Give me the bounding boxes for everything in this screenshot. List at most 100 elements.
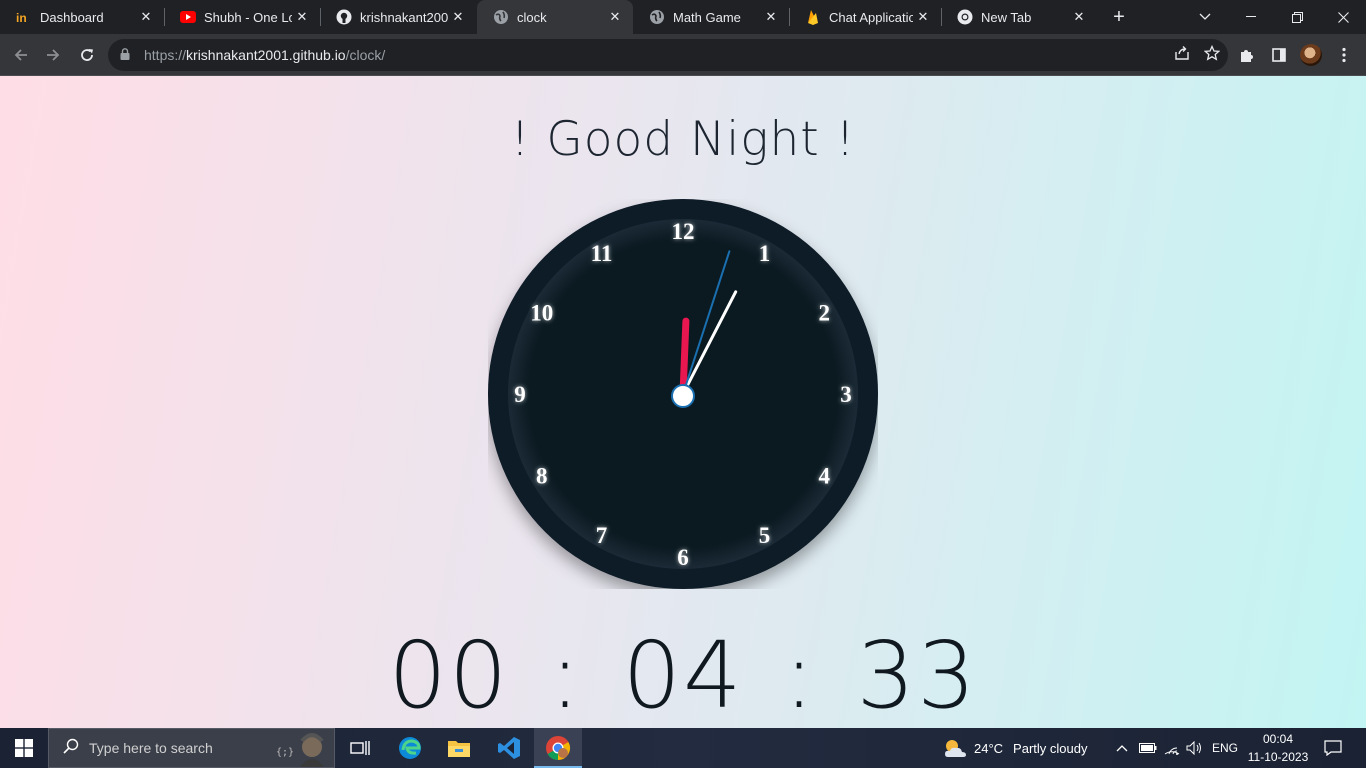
tab-title: Math Game xyxy=(673,9,741,25)
firebase-icon xyxy=(805,9,821,25)
clock-number: 1 xyxy=(759,241,771,266)
address-bar[interactable]: https://krishnakant2001.github.io/clock/ xyxy=(108,39,1228,71)
tab-title: Shubh - One Lov xyxy=(204,9,292,25)
reload-button[interactable] xyxy=(72,40,102,70)
clock-number: 12 xyxy=(672,219,695,244)
clock-number: 6 xyxy=(677,545,689,570)
taskbar-edge[interactable] xyxy=(386,728,434,768)
restore-button[interactable] xyxy=(1274,0,1320,34)
svg-text:in: in xyxy=(16,11,27,23)
start-button[interactable] xyxy=(0,728,48,768)
close-tab-icon[interactable]: ✕ xyxy=(292,7,312,27)
miro-icon: in xyxy=(16,9,32,25)
tab-dashboard[interactable]: in Dashboard ✕ xyxy=(0,0,165,34)
chrome-icon xyxy=(546,736,571,760)
tab-new-tab[interactable]: New Tab ✕ xyxy=(941,0,1097,34)
clock-number: 4 xyxy=(818,464,830,489)
taskbar-chrome-active[interactable] xyxy=(534,728,582,768)
close-tab-icon[interactable]: ✕ xyxy=(448,7,468,27)
system-date: 11-10-2023 xyxy=(1247,750,1309,764)
tab-github[interactable]: krishnakant2001. ✕ xyxy=(320,0,476,34)
youtube-icon xyxy=(180,9,196,25)
edge-icon xyxy=(399,737,421,759)
tab-title: Chat Application xyxy=(829,9,913,25)
clock-number: 10 xyxy=(530,301,553,326)
tab-title: krishnakant2001. xyxy=(360,9,448,25)
side-panel-icon[interactable] xyxy=(1264,40,1294,70)
system-time: 00:04 xyxy=(1262,732,1294,746)
url-path: /clock/ xyxy=(345,47,386,63)
taskbar-file-explorer[interactable] xyxy=(435,728,483,768)
github-icon xyxy=(336,9,352,25)
share-icon[interactable] xyxy=(1174,45,1190,65)
task-view-icon xyxy=(350,741,370,755)
tab-clock[interactable]: clock ✕ xyxy=(477,0,633,34)
minimize-button[interactable] xyxy=(1228,0,1274,34)
url-host: krishnakant2001.github.io xyxy=(186,47,346,63)
close-tab-icon[interactable]: ✕ xyxy=(1069,7,1089,27)
windows-logo-icon xyxy=(15,739,33,757)
tab-chat-application[interactable]: Chat Application ✕ xyxy=(789,0,942,34)
extensions-puzzle-icon[interactable] xyxy=(1232,40,1262,70)
weather-temp: 24°C xyxy=(974,740,1004,756)
digital-clock: 00:04:33 xyxy=(0,622,1366,728)
chrome-menu-icon[interactable] xyxy=(1329,40,1359,70)
tab-youtube[interactable]: Shubh - One Lov ✕ xyxy=(164,0,321,34)
clock-number: 5 xyxy=(759,523,771,548)
greeting-heading: ! Good Night ! xyxy=(510,112,856,167)
digital-minutes: 04 xyxy=(622,622,744,728)
digital-separator: : xyxy=(783,622,817,728)
search-placeholder: Type here to search xyxy=(89,740,213,756)
clock-number: 11 xyxy=(591,241,613,266)
wifi-icon[interactable] xyxy=(1164,728,1180,768)
back-button[interactable] xyxy=(6,40,36,70)
system-clock[interactable]: 00:04 11-10-2023 xyxy=(1247,728,1309,768)
page-viewport: ! Good Night ! 12 1 2 3 4 5 6 7 8 9 10 11 xyxy=(0,76,1366,728)
clock-number: 9 xyxy=(514,382,526,407)
tab-math-game[interactable]: Math Game ✕ xyxy=(633,0,790,34)
search-icon xyxy=(63,738,79,759)
volume-icon[interactable] xyxy=(1186,728,1204,768)
profile-avatar[interactable] xyxy=(1296,40,1326,70)
clock-number: 3 xyxy=(840,382,852,407)
forward-button[interactable] xyxy=(38,40,68,70)
tab-title: Dashboard xyxy=(40,9,104,25)
notifications-icon[interactable] xyxy=(1322,728,1344,768)
svg-text:{;}: {;} xyxy=(276,747,294,758)
close-tab-icon[interactable]: ✕ xyxy=(913,7,933,27)
analog-clock-svg: 121234567891011 xyxy=(488,199,878,589)
partly-cloudy-icon xyxy=(945,740,966,757)
task-view-button[interactable] xyxy=(336,728,384,768)
vscode-icon xyxy=(498,737,520,759)
globe-icon xyxy=(649,9,665,25)
clock-center-pin xyxy=(671,384,695,408)
tab-search-chevron-icon[interactable] xyxy=(1182,0,1228,34)
omnibox-actions xyxy=(1174,44,1221,65)
folder-icon xyxy=(448,741,470,757)
globe-icon xyxy=(493,9,509,25)
close-window-button[interactable] xyxy=(1320,0,1366,34)
close-tab-icon[interactable]: ✕ xyxy=(761,7,781,27)
search-highlight-art-icon: {;} xyxy=(276,733,324,767)
clock-number: 8 xyxy=(536,464,548,489)
bookmark-star-icon[interactable] xyxy=(1203,44,1221,65)
digital-seconds: 33 xyxy=(856,622,978,728)
tab-strip: in Dashboard ✕ Shubh - One Lov ✕ krishna… xyxy=(0,0,1366,34)
hour-hand xyxy=(679,317,690,398)
taskbar-vscode[interactable] xyxy=(485,728,533,768)
battery-icon[interactable] xyxy=(1139,728,1157,768)
taskbar-search-box[interactable]: Type here to search {;} xyxy=(48,728,335,768)
show-hidden-icons-chevron-icon[interactable] xyxy=(1114,728,1130,768)
new-tab-button[interactable]: + xyxy=(1107,5,1131,29)
close-tab-icon[interactable]: ✕ xyxy=(605,7,625,27)
close-tab-icon[interactable]: ✕ xyxy=(136,7,156,27)
language-indicator[interactable]: ENG xyxy=(1212,728,1238,768)
weather-widget[interactable]: 24°C Partly cloudy xyxy=(942,728,1087,768)
lock-icon[interactable] xyxy=(120,47,134,63)
browser-toolbar: https://krishnakant2001.github.io/clock/ xyxy=(0,34,1366,76)
weather-description: Partly cloudy xyxy=(1013,740,1088,756)
chrome-icon xyxy=(957,9,973,25)
windows-taskbar: Type here to search {;} 24°C Partly clou… xyxy=(0,728,1366,768)
digital-hours: 00 xyxy=(388,622,510,728)
clock-number: 2 xyxy=(818,301,830,326)
